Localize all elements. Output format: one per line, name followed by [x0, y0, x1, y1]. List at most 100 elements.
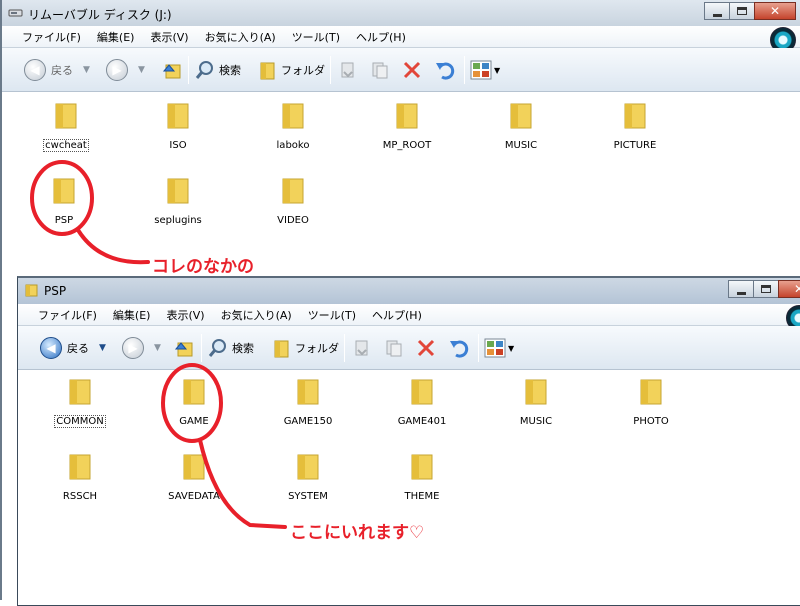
folder-icon — [411, 454, 433, 480]
folder-item[interactable]: PICTURE — [590, 101, 680, 152]
menu-help[interactable]: ヘルプ(H) — [356, 29, 406, 45]
close-button[interactable]: ✕ — [778, 280, 800, 298]
folder-item[interactable]: seplugins — [133, 176, 223, 227]
close-icon: ✕ — [769, 4, 781, 18]
move-to-button[interactable] — [338, 58, 358, 82]
move-to-icon — [355, 340, 368, 356]
up-folder-icon — [162, 64, 181, 79]
folder-icon — [411, 379, 433, 405]
search-label: 検索 — [232, 342, 254, 355]
menu-help[interactable]: ヘルプ(H) — [372, 307, 422, 323]
folder-item[interactable]: COMMON — [35, 377, 125, 428]
folder-icon — [69, 379, 91, 405]
folder-icon — [525, 379, 547, 405]
minimize-icon — [712, 13, 722, 17]
folder-item[interactable]: GAME150 — [263, 377, 353, 428]
copy-to-button[interactable] — [370, 58, 390, 82]
maximize-button[interactable] — [753, 280, 779, 298]
folder-icon — [282, 103, 304, 129]
folders-button[interactable]: フォルダ — [258, 58, 325, 82]
back-arrow-icon: ◀ — [24, 59, 46, 81]
menu-edit[interactable]: 編集(E) — [97, 29, 135, 45]
folder-name: MUSIC — [519, 416, 553, 427]
undo-icon — [450, 340, 469, 358]
menu-edit[interactable]: 編集(E) — [113, 307, 151, 323]
folder-item[interactable]: MUSIC — [491, 377, 581, 428]
folder-item[interactable]: cwcheat — [21, 101, 111, 152]
close-icon: ✕ — [794, 282, 800, 296]
folder-name: cwcheat — [43, 139, 89, 152]
folder-item[interactable]: GAME — [149, 377, 239, 428]
folder-item[interactable]: VIDEO — [248, 176, 338, 227]
folder-item[interactable]: PSP — [19, 176, 109, 227]
back-button[interactable]: ◀ 戻る ▼ — [24, 58, 90, 82]
folder-name: laboko — [276, 140, 310, 151]
undo-button[interactable] — [434, 58, 456, 82]
folder-item[interactable]: MUSIC — [476, 101, 566, 152]
folder-item[interactable]: RSSCH — [35, 452, 125, 503]
dropdown-arrow-icon[interactable]: ▼ — [494, 66, 500, 75]
views-button[interactable]: ▼ — [470, 58, 500, 82]
folder-icon — [297, 379, 319, 405]
folder-name: GAME — [179, 416, 209, 427]
folder-name: MP_ROOT — [382, 140, 432, 151]
folder-item[interactable]: laboko — [248, 101, 338, 152]
window-title: PSP — [44, 284, 67, 298]
move-to-button[interactable] — [352, 336, 372, 360]
undo-button[interactable] — [448, 336, 470, 360]
folder-item[interactable]: THEME — [377, 452, 467, 503]
folder-icon — [282, 178, 304, 204]
titlebar[interactable]: PSP ✕ — [18, 278, 800, 304]
copy-to-icon — [386, 340, 402, 357]
folder-item[interactable]: SYSTEM — [263, 452, 353, 503]
delete-button[interactable] — [402, 58, 422, 82]
forward-button[interactable]: ▶ ▼ — [122, 336, 161, 360]
folder-name: THEME — [404, 491, 440, 502]
minimize-button[interactable] — [728, 280, 754, 298]
folder-icon — [510, 103, 532, 129]
folder-item[interactable]: MP_ROOT — [362, 101, 452, 152]
move-to-icon — [341, 62, 354, 78]
folder-name: COMMON — [54, 415, 106, 428]
menu-view[interactable]: 表示(V) — [166, 307, 204, 323]
menu-tools[interactable]: ツール(T) — [292, 29, 340, 45]
dropdown-arrow-icon[interactable]: ▼ — [138, 65, 145, 75]
menu-favorites[interactable]: お気に入り(A) — [205, 29, 276, 45]
views-button[interactable]: ▼ — [484, 336, 514, 360]
dropdown-arrow-icon[interactable]: ▼ — [83, 65, 90, 75]
maximize-button[interactable] — [729, 2, 755, 20]
titlebar[interactable]: リムーバブル ディスク (J:) ✕ — [2, 0, 800, 26]
folder-icon — [69, 454, 91, 480]
folder-item[interactable]: SAVEDATA — [149, 452, 239, 503]
folders-label: フォルダ — [281, 64, 325, 77]
menu-view[interactable]: 表示(V) — [150, 29, 188, 45]
delete-button[interactable] — [416, 336, 436, 360]
menu-file[interactable]: ファイル(F) — [22, 29, 81, 45]
views-icon — [484, 338, 506, 358]
menu-tools[interactable]: ツール(T) — [308, 307, 356, 323]
copy-to-button[interactable] — [384, 336, 404, 360]
folder-icon — [396, 103, 418, 129]
folder-item[interactable]: ISO — [133, 101, 223, 152]
minimize-button[interactable] — [704, 2, 730, 20]
folders-label: フォルダ — [295, 342, 339, 355]
up-folder-button[interactable] — [160, 58, 182, 82]
dropdown-arrow-icon[interactable]: ▼ — [508, 344, 514, 353]
up-folder-button[interactable] — [172, 336, 194, 360]
dropdown-arrow-icon[interactable]: ▼ — [99, 343, 106, 353]
menu-file[interactable]: ファイル(F) — [38, 307, 97, 323]
folder-name: MUSIC — [504, 140, 538, 151]
close-button[interactable]: ✕ — [754, 2, 796, 20]
folder-item[interactable]: PHOTO — [606, 377, 696, 428]
dropdown-arrow-icon[interactable]: ▼ — [154, 343, 161, 353]
back-button[interactable]: ◀ 戻る ▼ — [40, 336, 106, 360]
forward-button[interactable]: ▶ ▼ — [106, 58, 145, 82]
folder-name: GAME150 — [283, 416, 333, 427]
search-button[interactable]: 検索 — [208, 336, 254, 360]
annotation-note-1: コレのなかの — [152, 257, 254, 277]
folder-item[interactable]: GAME401 — [377, 377, 467, 428]
folders-button[interactable]: フォルダ — [272, 336, 339, 360]
menu-favorites[interactable]: お気に入り(A) — [221, 307, 292, 323]
search-button[interactable]: 検索 — [195, 58, 241, 82]
undo-icon — [436, 62, 455, 80]
